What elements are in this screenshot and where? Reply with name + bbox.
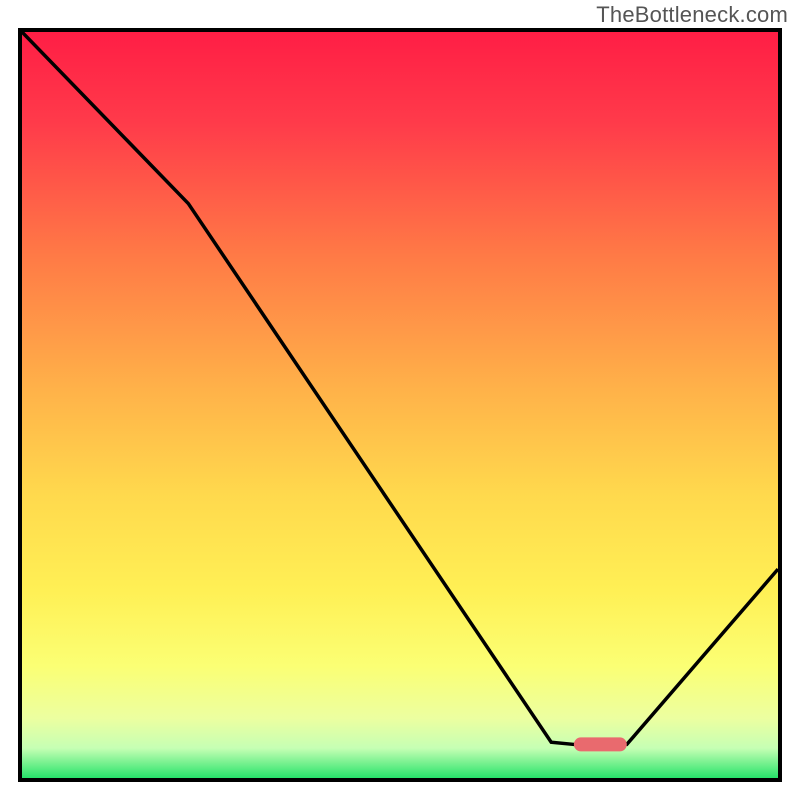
chart-svg [22, 32, 778, 778]
optimal-range-marker [574, 737, 627, 751]
gradient-background [22, 32, 778, 778]
plot-area [18, 28, 782, 782]
chart-frame: TheBottleneck.com [0, 0, 800, 800]
source-watermark: TheBottleneck.com [596, 2, 788, 28]
